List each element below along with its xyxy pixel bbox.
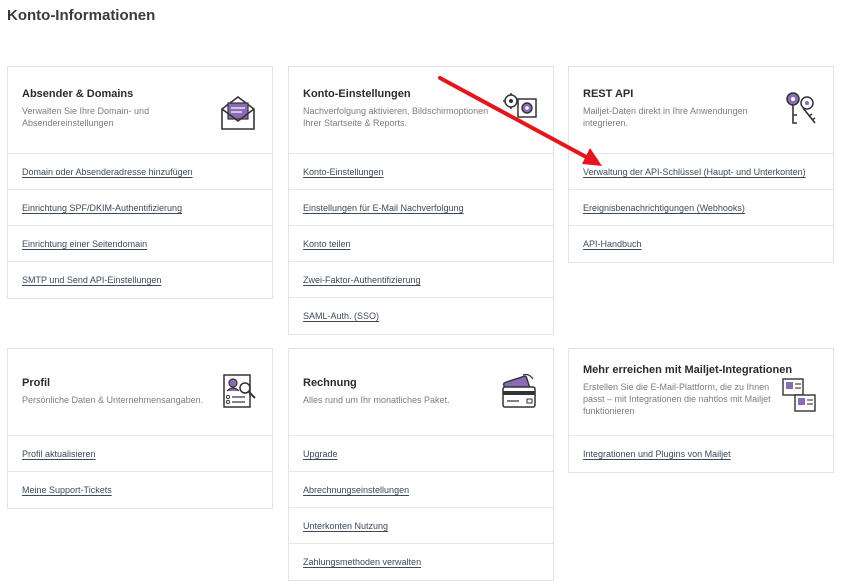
link-row: Einrichtung SPF/DKIM-Authentifizierung: [8, 190, 272, 226]
link-row: Einrichtung einer Seitendomain: [8, 226, 272, 262]
link-api-key-management[interactable]: Verwaltung der API-Schlüssel (Haupt- und…: [583, 167, 806, 177]
page-title: Konto-Informationen: [7, 7, 156, 24]
card-header: REST API Mailjet-Daten direkt in Ihre An…: [569, 67, 833, 154]
link-row: Zahlungsmethoden verwalten: [289, 544, 553, 580]
link-spf-dkim[interactable]: Einrichtung SPF/DKIM-Authentifizierung: [22, 203, 182, 213]
link-tracking-domain[interactable]: Einrichtung einer Seitendomain: [22, 239, 147, 249]
link-account-settings[interactable]: Konto-Einstellungen: [303, 167, 384, 177]
link-support-tickets[interactable]: Meine Support-Tickets: [22, 485, 112, 495]
link-row: Ereignisbenachrichtigungen (Webhooks): [569, 190, 833, 226]
link-row: SMTP und Send API-Einstellungen: [8, 262, 272, 298]
card-integrations: Mehr erreichen mit Mailjet-Integrationen…: [568, 348, 834, 473]
link-row: Konto teilen: [289, 226, 553, 262]
link-webhooks[interactable]: Ereignisbenachrichtigungen (Webhooks): [583, 203, 745, 213]
link-row: Zwei-Faktor-Authentifizierung: [289, 262, 553, 298]
card-billing: Rechnung Alles rund um Ihr monatliches P…: [288, 348, 554, 581]
profile-card-icon: [223, 374, 256, 408]
link-upgrade[interactable]: Upgrade: [303, 449, 338, 459]
card-profile: Profil Persönliche Daten & Unternehmensa…: [7, 348, 273, 509]
card-header: Mehr erreichen mit Mailjet-Integrationen…: [569, 349, 833, 436]
card-description: Mailjet-Daten direkt in Ihre Anwendungen…: [583, 106, 748, 128]
card-description: Persönliche Daten & Unternehmensangaben.: [22, 395, 204, 405]
link-row: Konto-Einstellungen: [289, 154, 553, 190]
link-row: Meine Support-Tickets: [8, 472, 272, 508]
card-header: Profil Persönliche Daten & Unternehmensa…: [8, 349, 272, 436]
link-row: Unterkonten Nutzung: [289, 508, 553, 544]
link-row: Domain oder Absenderadresse hinzufügen: [8, 154, 272, 190]
link-row: Upgrade: [289, 436, 553, 472]
link-smtp-send-api[interactable]: SMTP und Send API-Einstellungen: [22, 275, 161, 285]
link-saml-sso[interactable]: SAML-Auth. (SSO): [303, 311, 379, 321]
credit-card-icon: [502, 373, 536, 408]
link-share-account[interactable]: Konto teilen: [303, 239, 351, 249]
link-update-profile[interactable]: Profil aktualisieren: [22, 449, 96, 459]
link-row: API-Handbuch: [569, 226, 833, 262]
card-rest-api: REST API Mailjet-Daten direkt in Ihre An…: [568, 66, 834, 263]
card-description: Nachverfolgung aktivieren, Bildschirmopt…: [303, 106, 489, 128]
card-description: Alles rund um Ihr monatliches Paket.: [303, 395, 450, 405]
link-api-docs[interactable]: API-Handbuch: [583, 239, 642, 249]
integrations-icon: [782, 378, 816, 412]
card-account-settings: Konto-Einstellungen Nachverfolgung aktiv…: [288, 66, 554, 335]
link-billing-settings[interactable]: Abrechnungseinstellungen: [303, 485, 409, 495]
card-header: Konto-Einstellungen Nachverfolgung aktiv…: [289, 67, 553, 154]
card-description: Verwalten Sie Ihre Domain- und Absendere…: [22, 106, 150, 128]
link-row: Verwaltung der API-Schlüssel (Haupt- und…: [569, 154, 833, 190]
link-integrations-plugins[interactable]: Integrationen und Plugins von Mailjet: [583, 449, 731, 459]
link-subaccount-usage[interactable]: Unterkonten Nutzung: [303, 521, 388, 531]
link-row: Einstellungen für E-Mail Nachverfolgung: [289, 190, 553, 226]
link-row: SAML-Auth. (SSO): [289, 298, 553, 334]
link-add-domain-sender[interactable]: Domain oder Absenderadresse hinzufügen: [22, 167, 193, 177]
card-sender-domains: Absender & Domains Verwalten Sie Ihre Do…: [7, 66, 273, 299]
link-row: Abrechnungseinstellungen: [289, 472, 553, 508]
envelope-icon: [221, 96, 255, 130]
link-email-tracking-settings[interactable]: Einstellungen für E-Mail Nachverfolgung: [303, 203, 464, 213]
keys-icon: [786, 92, 816, 124]
gears-icon: [503, 93, 537, 118]
link-row: Profil aktualisieren: [8, 436, 272, 472]
link-payment-methods[interactable]: Zahlungsmethoden verwalten: [303, 557, 421, 567]
card-header: Absender & Domains Verwalten Sie Ihre Do…: [8, 67, 272, 154]
link-two-factor-auth[interactable]: Zwei-Faktor-Authentifizierung: [303, 275, 421, 285]
link-row: Integrationen und Plugins von Mailjet: [569, 436, 833, 472]
card-description: Erstellen Sie die E-Mail-Plattform, die …: [583, 382, 771, 416]
card-header: Rechnung Alles rund um Ihr monatliches P…: [289, 349, 553, 436]
